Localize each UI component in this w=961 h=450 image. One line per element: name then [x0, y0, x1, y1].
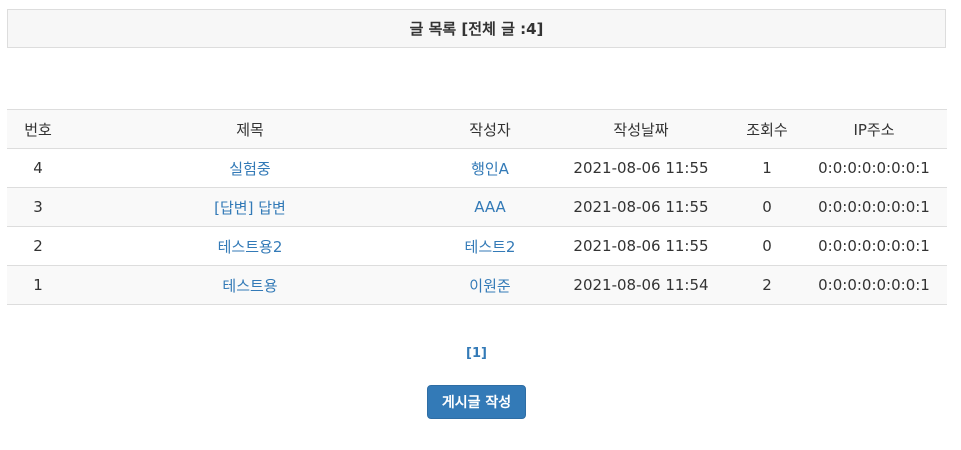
post-subject-link[interactable]: 테스트용2: [218, 238, 283, 256]
column-header-number: 번호: [7, 109, 69, 149]
column-header-writer: 작성자: [431, 109, 549, 149]
post-number: 4: [7, 148, 69, 188]
post-writer-link[interactable]: 행인A: [471, 160, 509, 178]
post-views: 0: [733, 187, 801, 227]
post-subject-link[interactable]: 테스트용: [222, 277, 277, 295]
column-header-views: 조회수: [733, 109, 801, 149]
post-views: 1: [733, 148, 801, 188]
column-header-date: 작성날짜: [549, 109, 733, 149]
post-views: 0: [733, 226, 801, 266]
post-ip: 0:0:0:0:0:0:0:1: [801, 226, 947, 266]
board-title: 글 목록 [전체 글 :4]: [409, 20, 544, 38]
post-list-table: 번호 제목 작성자 작성날짜 조회수 IP주소 4 실험중 행인A 2021-0…: [7, 109, 947, 305]
post-views: 2: [733, 265, 801, 305]
board-title-bar: 글 목록 [전체 글 :4]: [7, 9, 946, 48]
post-writer-link[interactable]: AAA: [474, 198, 506, 216]
post-ip: 0:0:0:0:0:0:0:1: [801, 265, 947, 305]
post-number: 3: [7, 187, 69, 227]
column-header-subject: 제목: [69, 109, 431, 149]
column-header-ip: IP주소: [801, 109, 947, 149]
post-number: 2: [7, 226, 69, 266]
post-writer-link[interactable]: 테스트2: [465, 238, 516, 256]
table-row: 3 [답변] 답변 AAA 2021-08-06 11:55 0 0:0:0:0…: [7, 187, 947, 227]
post-number: 1: [7, 265, 69, 305]
post-ip: 0:0:0:0:0:0:0:1: [801, 148, 947, 188]
page-link-1[interactable]: [1]: [466, 346, 487, 361]
post-subject-link[interactable]: 실험중: [229, 160, 270, 178]
table-row: 4 실험중 행인A 2021-08-06 11:55 1 0:0:0:0:0:0…: [7, 148, 947, 188]
post-ip: 0:0:0:0:0:0:0:1: [801, 187, 947, 227]
table-row: 2 테스트용2 테스트2 2021-08-06 11:55 0 0:0:0:0:…: [7, 226, 947, 266]
post-writer-link[interactable]: 이원준: [469, 277, 510, 295]
pagination: [1]: [0, 346, 953, 361]
table-row: 1 테스트용 이원준 2021-08-06 11:54 2 0:0:0:0:0:…: [7, 265, 947, 305]
post-date: 2021-08-06 11:55: [549, 148, 733, 188]
write-post-button[interactable]: 게시글 작성: [427, 385, 526, 419]
post-date: 2021-08-06 11:55: [549, 187, 733, 227]
post-subject-link[interactable]: [답변] 답변: [214, 199, 286, 217]
table-header-row: 번호 제목 작성자 작성날짜 조회수 IP주소: [7, 109, 947, 149]
post-date: 2021-08-06 11:55: [549, 226, 733, 266]
post-date: 2021-08-06 11:54: [549, 265, 733, 305]
